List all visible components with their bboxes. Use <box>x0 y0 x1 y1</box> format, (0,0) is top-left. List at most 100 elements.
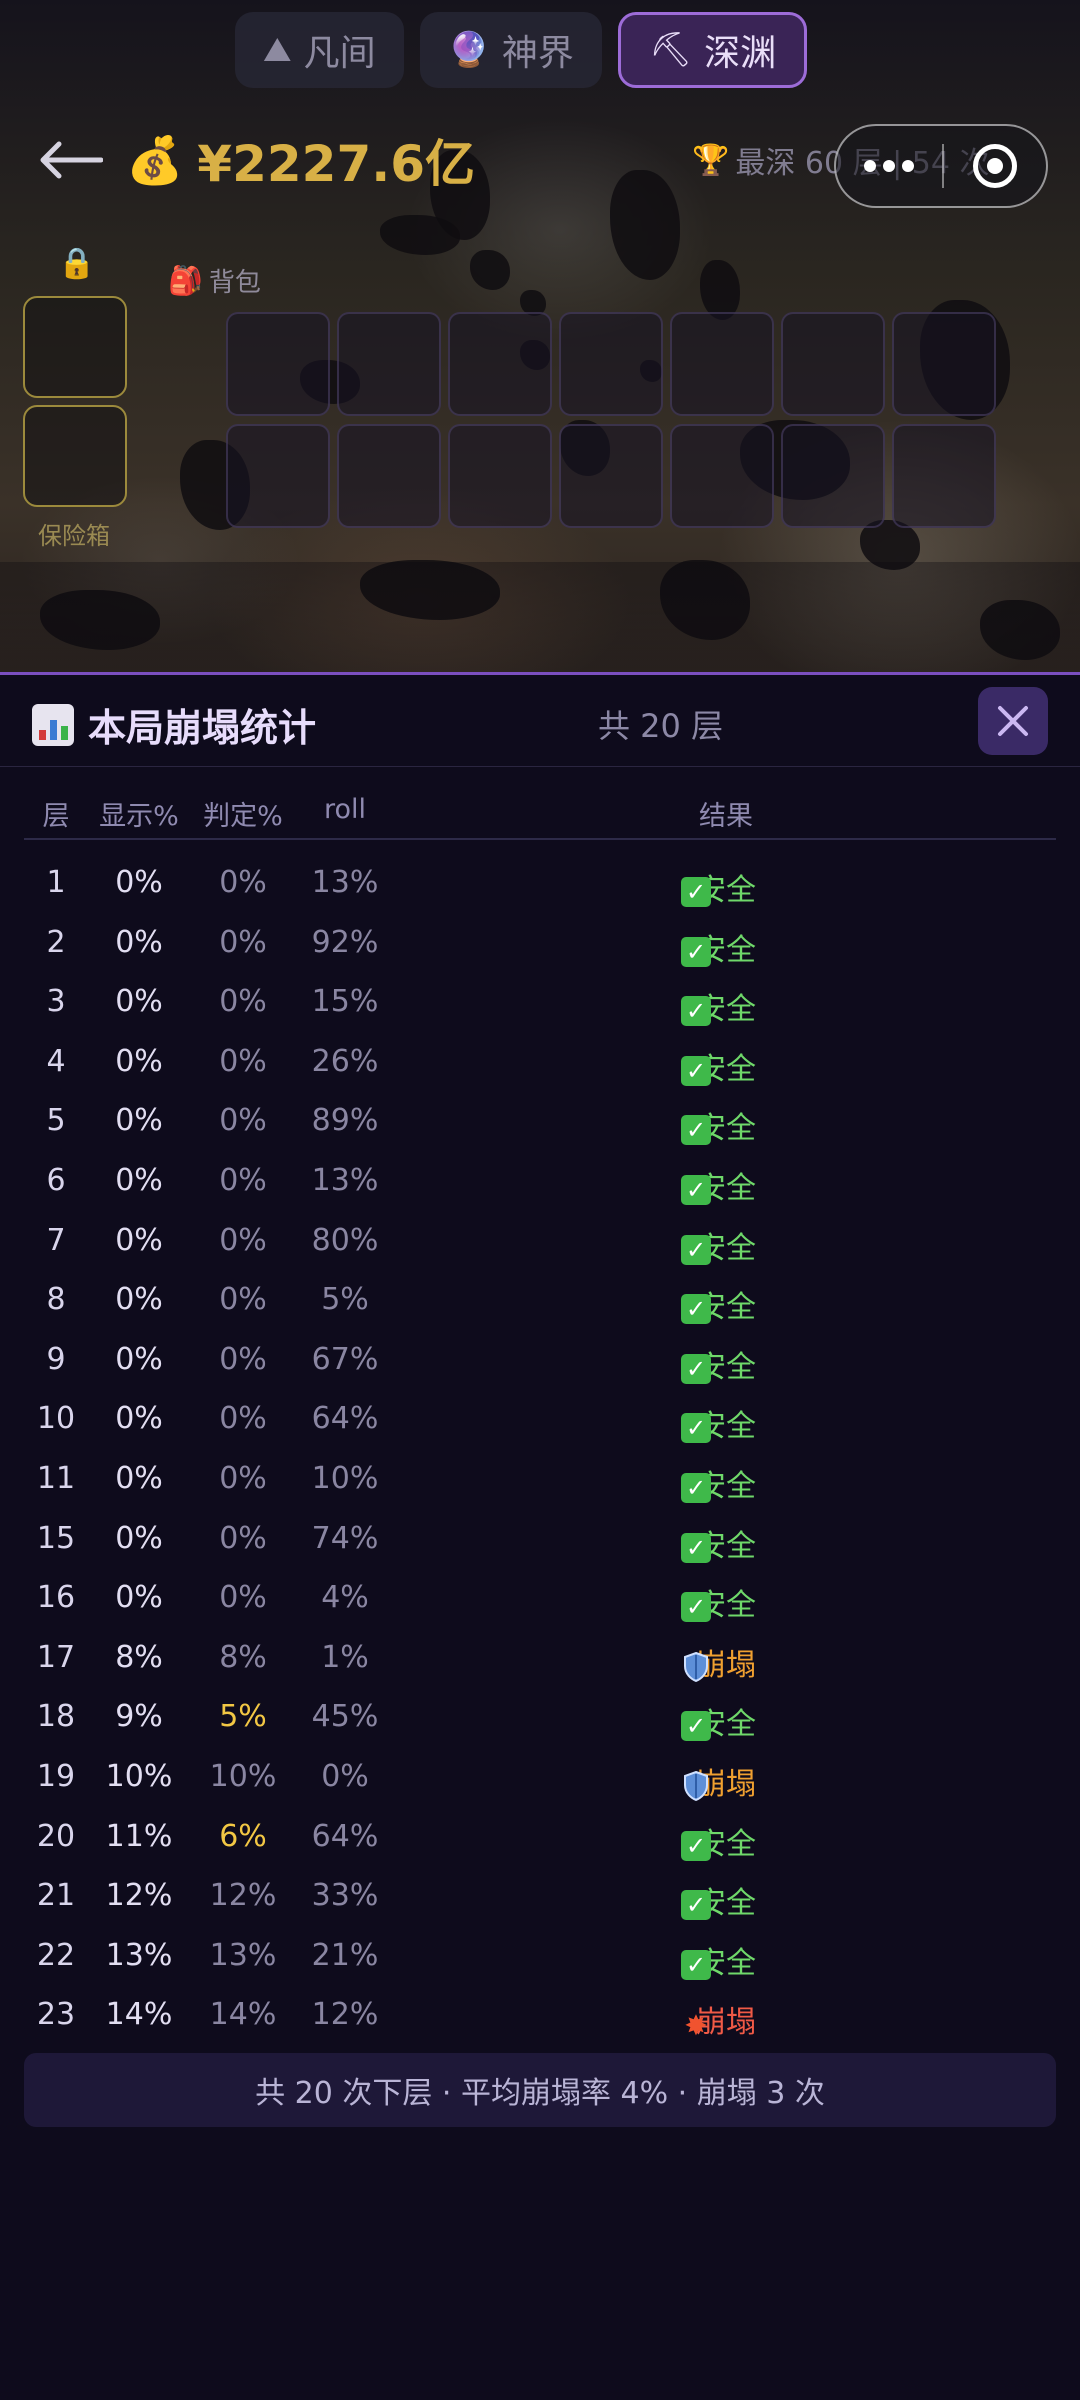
col-roll: roll <box>323 794 367 825</box>
table-row: 7 0% 0% 80% ✓ 安全 <box>0 1211 1080 1271</box>
close-button[interactable] <box>978 687 1048 755</box>
table-row: 21 12% 12% 33% ✓ 安全 <box>0 1866 1080 1926</box>
cell-layer: 9 <box>46 1341 66 1377</box>
more-options-button[interactable] <box>836 160 942 172</box>
table-row: 20 11% 6% 64% ✓ 安全 <box>0 1807 1080 1867</box>
backpack-slot[interactable] <box>337 312 441 416</box>
cell-layer: 3 <box>46 984 66 1020</box>
check-icon: ✓ <box>681 1413 711 1444</box>
col-show: 显示% <box>99 801 179 832</box>
check-icon: ✓ <box>681 1830 711 1861</box>
cell-roll: 4% <box>321 1580 369 1616</box>
table-row: 8 0% 0% 5% ✓ 安全 <box>0 1270 1080 1330</box>
table-row: 19 10% 10% 0% 崩塌 <box>0 1747 1080 1807</box>
cell-show: 11% <box>105 1818 173 1854</box>
cell-judge: 0% <box>219 1460 267 1496</box>
shield-icon <box>683 1770 709 1801</box>
close-miniprogram-button[interactable] <box>944 144 1046 188</box>
cell-show: 0% <box>115 1282 163 1318</box>
backpack-slot[interactable] <box>226 312 330 416</box>
panel-title-text: 本局崩塌统计 <box>88 706 317 750</box>
back-button[interactable] <box>30 128 110 192</box>
cell-layer: 1 <box>46 865 66 900</box>
backpack-slot[interactable] <box>559 312 663 416</box>
cell-show: 8% <box>115 1639 163 1675</box>
cell-judge: 0% <box>219 1043 267 1079</box>
money-display: 💰 ¥2227.6亿 <box>126 124 475 196</box>
money-amount: ¥2227.6亿 <box>197 135 476 193</box>
backpack-slot[interactable] <box>892 312 996 416</box>
cell-result: ✓ 安全 <box>681 1580 756 1624</box>
pickaxe-icon: ⛏ <box>648 30 693 70</box>
cell-roll: 21% <box>311 1937 379 1973</box>
table-row: 23 14% 14% 12% ✸ 崩塌 <box>0 1985 1080 2045</box>
tab-divine[interactable]: 🔮 神界 <box>419 12 602 88</box>
cell-layer: 8 <box>46 1282 66 1318</box>
backpack-grid <box>226 312 996 528</box>
check-icon: ✓ <box>681 1234 711 1265</box>
backpack-slot[interactable] <box>781 312 885 416</box>
backpack-slot[interactable] <box>448 312 552 416</box>
backpack-slot[interactable] <box>892 424 996 528</box>
cell-judge: 0% <box>219 865 267 900</box>
table-row: 16 0% 0% 4% ✓ 安全 <box>0 1568 1080 1628</box>
back-arrow-icon <box>40 141 103 179</box>
close-icon <box>998 706 1028 736</box>
collapse-stats-panel: 本局崩塌统计 共 20 层 层 显示% 判定% roll 结果 1 0% 0% 13%… <box>0 672 1080 2400</box>
backpack-slot[interactable] <box>781 424 885 528</box>
tab-abyss[interactable]: ⛏ 深渊 <box>617 12 808 88</box>
backpack-slot[interactable] <box>670 312 774 416</box>
cell-layer: 17 <box>36 1639 76 1675</box>
backpack-slot[interactable] <box>448 424 552 528</box>
cell-judge: 5% <box>219 1699 267 1735</box>
cell-show: 0% <box>115 1222 163 1258</box>
cell-result: ✓ 安全 <box>681 1103 756 1147</box>
backpack-slot[interactable] <box>337 424 441 528</box>
backpack-slot[interactable] <box>226 424 330 528</box>
cell-judge: 14% <box>209 1997 277 2033</box>
backpack-label: 🎒 背包 <box>168 262 261 299</box>
col-judge: 判定% <box>203 801 283 832</box>
cell-layer: 19 <box>36 1758 76 1794</box>
cell-judge: 0% <box>219 1282 267 1318</box>
cell-layer: 2 <box>46 924 66 960</box>
trophy-icon: 🏆 <box>692 142 730 178</box>
table-row: 15 0% 0% 74% ✓ 安全 <box>0 1509 1080 1569</box>
cell-roll: 80% <box>311 1222 379 1258</box>
check-icon: ✓ <box>681 1949 711 1980</box>
cell-result: ✓ 安全 <box>681 1699 756 1743</box>
cell-result: ✓ 安全 <box>681 925 756 969</box>
cell-show: 0% <box>115 1460 163 1496</box>
cell-roll: 64% <box>311 1818 379 1854</box>
check-icon: ✓ <box>681 1532 711 1563</box>
cell-judge: 12% <box>209 1878 277 1914</box>
cell-result: ✓ 安全 <box>681 1401 756 1445</box>
table-row: 2 0% 0% 92% ✓ 安全 <box>0 913 1080 973</box>
check-icon: ✓ <box>681 877 711 907</box>
safe-box-label: 保险箱 <box>38 522 110 550</box>
cell-roll: 0% <box>321 1758 369 1794</box>
check-icon: ✓ <box>681 1472 711 1503</box>
cell-result: ✓ 安全 <box>681 984 756 1028</box>
backpack-slot[interactable] <box>670 424 774 528</box>
panel-header: 本局崩塌统计 共 20 层 <box>0 675 1080 767</box>
cell-layer: 23 <box>36 1997 76 2033</box>
table-row: 1 0% 0% 13% ✓ 安全 <box>0 853 1080 913</box>
table-row: 10 0% 0% 64% ✓ 安全 <box>0 1389 1080 1449</box>
cell-result: 崩塌 <box>684 1640 756 1684</box>
backpack-slot[interactable] <box>559 424 663 528</box>
summary-bar: 共 20 次下层 · 平均崩塌率 4% · 崩塌 3 次 <box>24 2053 1056 2127</box>
cell-show: 0% <box>115 865 163 900</box>
cell-result: ✓ 安全 <box>681 1163 756 1207</box>
cell-show: 12% <box>105 1878 173 1914</box>
safe-box-slot[interactable] <box>23 296 127 398</box>
cell-judge: 8% <box>219 1639 267 1675</box>
cell-roll: 13% <box>311 1162 379 1198</box>
check-icon: ✓ <box>681 1055 711 1086</box>
table-row: 3 0% 0% 15% ✓ 安全 <box>0 972 1080 1032</box>
cell-result: ✓ 安全 <box>681 865 756 909</box>
safe-box-slot[interactable] <box>23 405 127 507</box>
tab-mortal[interactable]: ⛰ 凡间 <box>235 12 404 88</box>
realm-tabs: ⛰ 凡间 🔮 神界 ⛏ 深渊 <box>235 12 808 88</box>
cell-result: ✓ 安全 <box>681 1878 756 1922</box>
